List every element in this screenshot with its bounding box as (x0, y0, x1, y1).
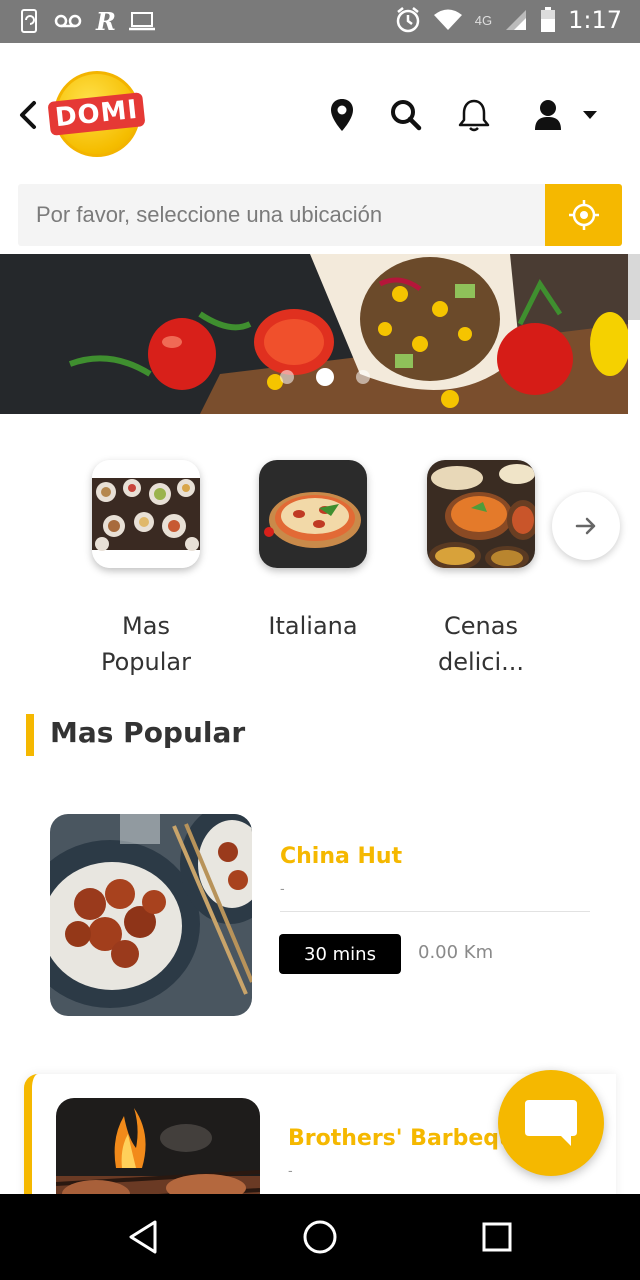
status-left-icons: R (20, 8, 156, 34)
banner-dot-1[interactable] (280, 370, 294, 384)
gps-target-icon (568, 200, 599, 230)
user-icon (535, 100, 561, 130)
caret-down-icon (583, 111, 597, 119)
banner-pagination (280, 368, 370, 386)
logo-text: DOMI (47, 92, 147, 136)
battery-icon (541, 7, 556, 32)
nav-back-icon (129, 1220, 157, 1254)
app-header: DOMI (0, 43, 640, 173)
clock: 1:17 (568, 6, 622, 34)
category-cenas-deliciosas[interactable]: Cenas delici... (426, 460, 536, 680)
r-app-icon: R (95, 8, 116, 34)
search-icon (391, 100, 422, 131)
back-button[interactable] (12, 95, 44, 135)
restaurant-image (56, 1098, 260, 1204)
status-right-icons: 4G 1:17 (395, 6, 622, 34)
user-menu-button[interactable] (534, 95, 614, 135)
laptop-icon (129, 12, 155, 31)
restaurant-card[interactable]: China Hut - 30 mins 0.00 Km (36, 800, 616, 1030)
scroll-indicator (628, 254, 640, 320)
nav-recents-icon (482, 1222, 512, 1252)
bell-icon (458, 99, 490, 132)
wifi-icon (433, 9, 462, 30)
category-image (92, 460, 200, 568)
category-image (427, 460, 535, 568)
back-arrow-icon (20, 101, 36, 129)
location-button[interactable] (322, 95, 362, 135)
app-screen: R 4G 1:17 DOMI Por favor, seleccione una… (0, 0, 640, 1280)
restaurant-subtitle: - (288, 1162, 293, 1178)
banner-dot-3[interactable] (356, 370, 370, 384)
system-navigation-bar (0, 1194, 640, 1280)
location-search-bar (18, 184, 622, 246)
categories-next-button[interactable] (552, 492, 620, 560)
voicemail-icon (54, 14, 82, 28)
phone-sync-icon (21, 9, 37, 33)
section-title: Mas Popular (50, 716, 246, 749)
category-italiana[interactable]: Italiana (258, 460, 368, 644)
section-accent-bar (26, 714, 34, 756)
promo-banner[interactable] (0, 254, 628, 414)
search-button[interactable] (386, 95, 426, 135)
curry-dishes-image (427, 460, 535, 568)
restaurant-subtitle: - (280, 880, 285, 896)
nav-home-icon (303, 1220, 337, 1254)
app-logo[interactable]: DOMI (47, 71, 147, 157)
banner-food-image (0, 254, 628, 414)
dishes-table-image (92, 460, 200, 568)
chinese-food-image (50, 814, 252, 1016)
category-mas-popular[interactable]: Mas Popular (91, 460, 201, 680)
category-label: Mas Popular (101, 612, 191, 676)
svg-text:R: R (95, 8, 116, 34)
location-input[interactable] (18, 184, 545, 246)
locate-me-button[interactable] (545, 184, 622, 246)
category-label: Cenas delici... (437, 612, 525, 676)
barbecue-image (56, 1098, 260, 1204)
category-image (259, 460, 367, 568)
nav-recents-button[interactable] (472, 1212, 522, 1262)
restaurant-name: China Hut (280, 844, 403, 869)
alarm-icon (396, 7, 419, 33)
pizza-image (259, 460, 367, 568)
banner-dot-2[interactable] (316, 368, 334, 386)
nav-home-button[interactable] (295, 1212, 345, 1262)
arrow-right-icon (575, 517, 596, 535)
status-bar: R 4G 1:17 (0, 0, 640, 43)
location-pin-icon (331, 99, 353, 131)
restaurant-image (50, 814, 252, 1016)
category-label: Italiana (268, 612, 358, 640)
delivery-time-badge: 30 mins (279, 934, 401, 974)
chat-bubble-icon (525, 1100, 577, 1146)
nav-back-button[interactable] (118, 1212, 168, 1262)
restaurant-divider (280, 911, 590, 912)
distance-label: 0.00 Km (418, 942, 494, 963)
chat-button[interactable] (498, 1070, 604, 1176)
signal-icon (506, 10, 527, 30)
restaurant-name: Brothers' Barbeque (288, 1126, 530, 1151)
notifications-button[interactable] (454, 95, 494, 135)
network-type-label: 4G (474, 12, 493, 28)
